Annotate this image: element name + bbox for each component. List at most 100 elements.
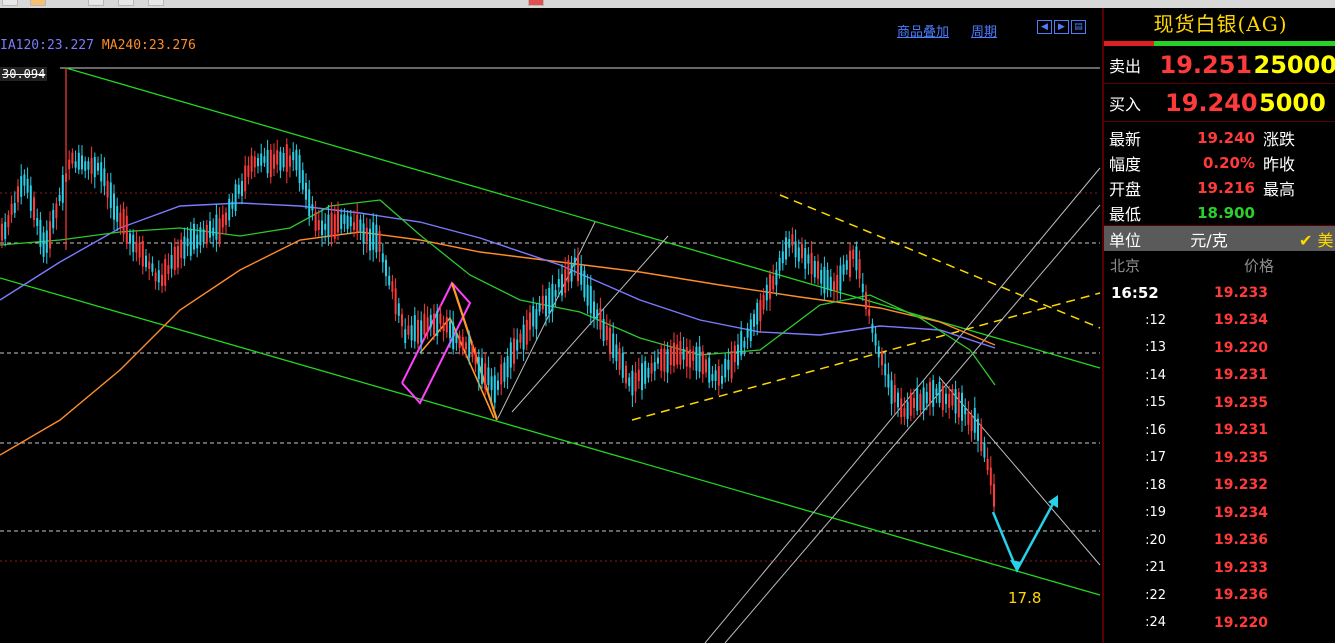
candle-body <box>628 377 631 387</box>
kline-chart[interactable]: IA120:23.227 MA240:23.276 30.094 商品叠加 周期 ◀… <box>0 8 1102 643</box>
candle-body <box>676 344 679 365</box>
candle-body <box>775 269 778 286</box>
scroll-left-icon[interactable]: ◀ <box>1037 20 1052 34</box>
top-toolbar-strip <box>0 0 1335 8</box>
candle-body <box>865 292 867 310</box>
candle-body <box>519 333 522 343</box>
candle-body <box>100 162 103 182</box>
white-trend-line <box>704 167 1101 643</box>
candle-body <box>365 227 368 242</box>
tick-row: 16:52 19.233 <box>1104 279 1335 307</box>
candle-body <box>84 161 87 171</box>
candle-body <box>743 340 746 348</box>
unit-row: 单位 元/克 ✔ 美 <box>1104 226 1335 251</box>
layout-toggle-icon[interactable]: ▤ <box>1071 20 1086 34</box>
product-overlay-link[interactable]: 商品叠加 <box>897 25 949 40</box>
tick-price: 19.220 <box>1213 339 1268 356</box>
candle-body <box>737 344 739 366</box>
candle-body <box>218 218 221 244</box>
candle-body <box>157 270 160 283</box>
stat-row-change-pct: 幅度 0.20% 昨收 <box>1104 150 1335 175</box>
candle-body <box>535 309 538 330</box>
candle-body <box>237 184 240 194</box>
tick-row: :22 19.236 <box>1104 582 1335 610</box>
candle-body <box>164 258 167 286</box>
candle-body <box>49 221 51 249</box>
candle-body <box>631 370 634 396</box>
sell-quote-row[interactable]: 卖出 19.251 25000 <box>1104 46 1335 84</box>
period-link[interactable]: 周期 <box>971 25 997 40</box>
usd-checkbox[interactable]: ✔ 美 <box>1299 227 1334 251</box>
candle-body <box>145 255 147 268</box>
candle-body <box>637 369 640 382</box>
candle-body <box>705 359 707 373</box>
candle-body <box>266 149 269 174</box>
scroll-right-icon[interactable]: ▶ <box>1054 20 1069 34</box>
candle-body <box>919 393 922 411</box>
candle-body <box>289 155 291 167</box>
candle-body <box>42 232 45 257</box>
candle-body <box>330 212 333 237</box>
candle-body <box>77 152 80 170</box>
toolbar-tab[interactable] <box>2 0 18 6</box>
stat-row-low: 最低 18.900 <box>1104 200 1335 225</box>
candle-body <box>132 234 135 253</box>
candle-body <box>465 342 467 350</box>
candle-body <box>801 244 803 259</box>
candle-body <box>170 254 173 269</box>
ticks-list[interactable]: 16:52 19.233 :12 19.234 :13 19.220 :14 19.23… <box>1104 279 1335 637</box>
candle-body <box>666 349 669 373</box>
candle-body <box>727 359 730 370</box>
candle-body <box>461 336 464 350</box>
tick-time: :12 <box>1145 312 1166 328</box>
candle-body <box>541 295 544 310</box>
candle-body <box>439 313 442 324</box>
candle-body <box>772 276 775 290</box>
buy-quote-row[interactable]: 买入 19.240 5000 <box>1104 84 1335 122</box>
buy-label: 买入 <box>1109 94 1142 114</box>
toolbar-tab[interactable] <box>118 0 134 6</box>
candle-body <box>471 345 474 357</box>
candle-body <box>74 161 77 168</box>
candle-body <box>231 201 234 209</box>
toolbar-tab[interactable] <box>528 0 544 6</box>
candle-body <box>778 257 781 271</box>
candle-body <box>305 182 307 200</box>
tick-price: 19.235 <box>1213 449 1268 466</box>
ma120-label: IA120:23.227 <box>0 38 94 53</box>
candle-body <box>788 239 791 248</box>
candle-body <box>669 347 672 366</box>
candle-body <box>429 314 432 328</box>
candle-body <box>849 250 851 278</box>
candle-body <box>327 214 330 238</box>
candle-body <box>52 209 55 229</box>
stat-key: 最新 <box>1109 129 1142 149</box>
candle-body <box>183 236 186 259</box>
candle-body <box>129 233 131 244</box>
candle-body <box>874 333 877 346</box>
candle-body <box>497 380 499 390</box>
candle-body <box>308 189 311 217</box>
candle-body <box>314 212 317 231</box>
toolbar-tab[interactable] <box>88 0 104 6</box>
candle-body <box>7 214 10 228</box>
chart-canvas[interactable] <box>0 8 1102 643</box>
tick-price: 19.235 <box>1213 394 1268 411</box>
candle-body <box>285 144 288 172</box>
tick-time: :16 <box>1145 422 1166 438</box>
tick-price: 19.231 <box>1213 422 1268 439</box>
tick-row: :17 19.235 <box>1104 444 1335 472</box>
buy-quantity: 5000 <box>1259 88 1326 117</box>
candle-body <box>759 300 762 322</box>
candle-body <box>922 387 925 411</box>
tick-price: 19.233 <box>1213 559 1268 576</box>
candle-body <box>509 342 512 368</box>
candle-body <box>634 372 637 392</box>
candle-body <box>506 356 509 378</box>
candle-body <box>932 380 935 407</box>
candle-body <box>4 221 7 240</box>
toolbar-tab[interactable] <box>148 0 164 6</box>
toolbar-tab[interactable] <box>30 0 46 6</box>
stat-value: 19.240 <box>1197 128 1255 147</box>
candle-body <box>148 261 151 269</box>
